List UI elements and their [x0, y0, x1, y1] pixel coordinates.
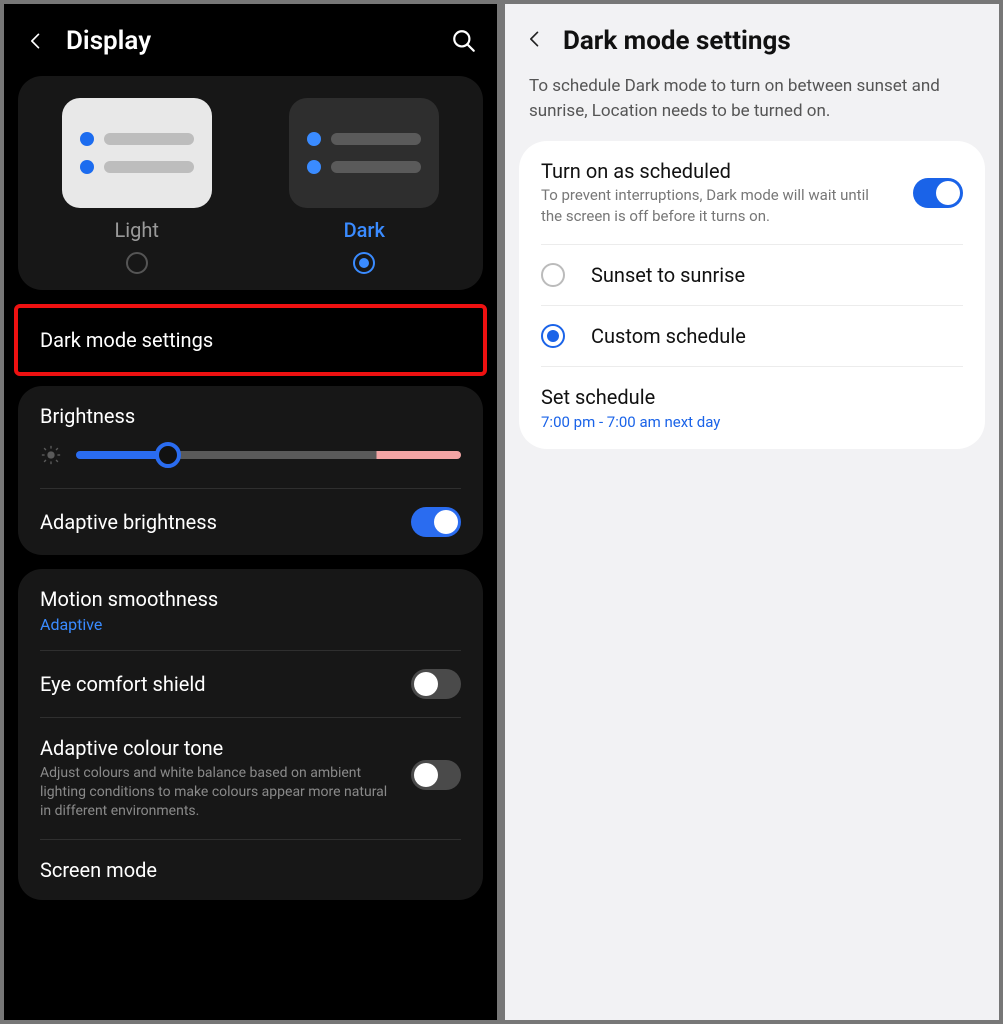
search-button[interactable] [451, 28, 477, 54]
brightness-card: Brightness Adaptive brightness [18, 386, 483, 555]
screen-mode-label: Screen mode [40, 858, 157, 882]
theme-card: Light Dark [18, 76, 483, 290]
motion-smoothness-label: Motion smoothness [40, 587, 218, 611]
adaptive-brightness-label: Adaptive brightness [40, 510, 217, 534]
adaptive-colour-row[interactable]: Adaptive colour tone Adjust colours and … [18, 718, 483, 839]
light-theme-radio[interactable] [126, 252, 148, 274]
dark-mode-settings-label: Dark mode settings [40, 328, 213, 352]
motion-smoothness-row[interactable]: Motion smoothness Adaptive [18, 569, 483, 650]
back-button[interactable] [24, 29, 48, 53]
motion-smoothness-value: Adaptive [40, 615, 102, 634]
theme-option-dark[interactable]: Dark [266, 98, 464, 274]
eye-comfort-row[interactable]: Eye comfort shield [18, 651, 483, 717]
custom-schedule-radio[interactable] [541, 324, 565, 348]
dark-mode-settings-highlight: Dark mode settings [14, 304, 487, 376]
light-theme-thumbnail [62, 98, 212, 208]
dark-mode-settings-panel: Dark mode settings To schedule Dark mode… [501, 0, 1003, 1024]
back-button[interactable] [525, 29, 545, 53]
turn-on-scheduled-toggle[interactable] [913, 178, 963, 208]
search-icon [451, 28, 477, 54]
sunset-to-sunrise-radio[interactable] [541, 263, 565, 287]
chevron-left-icon [525, 29, 545, 49]
custom-schedule-row[interactable]: Custom schedule [519, 306, 985, 366]
adaptive-colour-label: Adaptive colour tone [40, 736, 411, 760]
dark-mode-description: To schedule Dark mode to turn on between… [505, 74, 999, 141]
screen-mode-row[interactable]: Screen mode [18, 840, 483, 900]
set-schedule-label: Set schedule [541, 385, 655, 409]
dark-theme-thumbnail [289, 98, 439, 208]
sunset-to-sunrise-label: Sunset to sunrise [591, 263, 745, 287]
theme-option-light[interactable]: Light [38, 98, 236, 274]
display-extras-card: Motion smoothness Adaptive Eye comfort s… [18, 569, 483, 900]
theme-row: Light Dark [18, 76, 483, 290]
sunset-to-sunrise-row[interactable]: Sunset to sunrise [519, 245, 985, 305]
light-theme-label: Light [115, 218, 159, 242]
turn-on-scheduled-label: Turn on as scheduled [541, 159, 913, 183]
brightness-label: Brightness [18, 386, 483, 434]
page-title: Dark mode settings [563, 26, 791, 56]
set-schedule-value: 7:00 pm - 7:00 am next day [541, 413, 720, 431]
adaptive-brightness-row[interactable]: Adaptive brightness [18, 489, 483, 555]
page-title: Display [66, 26, 451, 56]
chevron-left-icon [26, 31, 46, 51]
display-settings-panel: Display Light Dark [0, 0, 501, 1024]
adaptive-colour-toggle[interactable] [411, 760, 461, 790]
brightness-slider[interactable] [76, 451, 461, 459]
set-schedule-row[interactable]: Set schedule 7:00 pm - 7:00 am next day [519, 367, 985, 449]
brightness-row [18, 434, 483, 488]
brightness-slider-thumb[interactable] [155, 442, 181, 468]
adaptive-brightness-toggle[interactable] [411, 507, 461, 537]
turn-on-scheduled-row[interactable]: Turn on as scheduled To prevent interrup… [519, 141, 985, 244]
sun-icon [40, 444, 62, 466]
eye-comfort-toggle[interactable] [411, 669, 461, 699]
dark-mode-settings-row[interactable]: Dark mode settings [18, 308, 483, 372]
custom-schedule-label: Custom schedule [591, 324, 746, 348]
adaptive-colour-desc: Adjust colours and white balance based o… [40, 760, 400, 821]
eye-comfort-label: Eye comfort shield [40, 672, 206, 696]
turn-on-scheduled-desc: To prevent interruptions, Dark mode will… [541, 185, 881, 226]
left-header: Display [4, 4, 497, 76]
dark-theme-label: Dark [344, 218, 385, 242]
dark-theme-radio[interactable] [353, 252, 375, 274]
right-header: Dark mode settings [505, 4, 999, 74]
schedule-card: Turn on as scheduled To prevent interrup… [519, 141, 985, 449]
